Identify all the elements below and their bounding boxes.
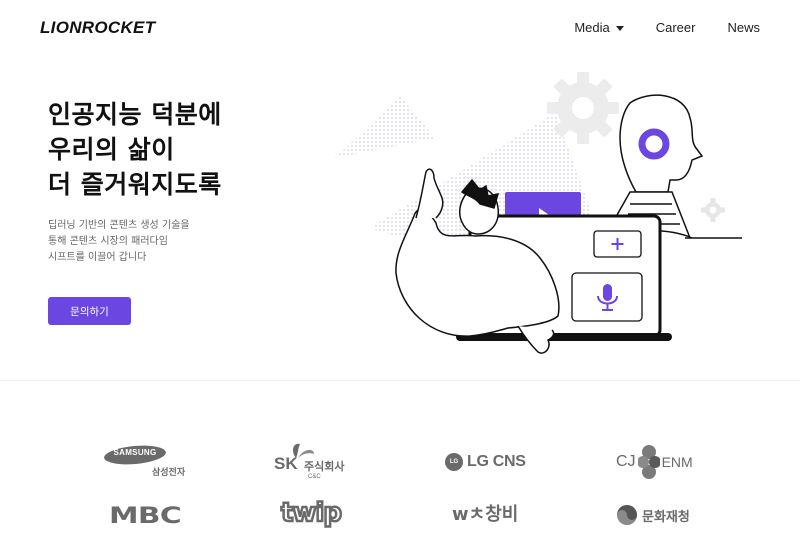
hero-subtitle-line: 시프트를 이끌어 갑니다 xyxy=(48,252,147,263)
brand-logo[interactable]: LIONROCKET xyxy=(40,18,155,38)
partner-logo-cjenm: CJ ENM xyxy=(616,442,693,482)
nav-item-news[interactable]: News xyxy=(727,20,760,35)
voice-card xyxy=(571,272,643,322)
sk-sub: C&C xyxy=(308,474,321,480)
hero-illustration xyxy=(335,72,742,354)
nav-item-career[interactable]: Career xyxy=(656,20,696,35)
mcst-text: 문화재청 xyxy=(642,509,690,525)
hero-title: 인공지능 덕분에 우리의 삶이 더 즐거워지도록 xyxy=(48,97,338,202)
changbi-text: wㅊ창비 xyxy=(452,504,519,525)
dot-pattern xyxy=(335,96,435,158)
twip-text: twip xyxy=(280,497,343,530)
sk-caption: 주식회사 xyxy=(304,460,345,473)
nav-item-media[interactable]: Media xyxy=(574,20,624,35)
caret-down-icon xyxy=(615,25,624,31)
main-nav: Media Career News xyxy=(542,20,760,35)
partner-logo-samsung: SAMSUNG 삼성전자 xyxy=(103,443,189,478)
hero-title-line: 우리의 삶이 xyxy=(48,135,175,164)
partner-logo-lgcns: LG LG CNS xyxy=(445,452,526,472)
lg-circle-icon: LG xyxy=(445,453,463,471)
cj-flower-icon xyxy=(637,445,660,479)
lgcns-text: LG CNS xyxy=(467,453,526,470)
mbc-text: MBC xyxy=(109,504,182,529)
hero-subtitle-line: 딥러닝 기반의 콘텐츠 생성 기술을 xyxy=(48,220,190,231)
nav-item-career-label: Career xyxy=(655,20,696,35)
section-divider xyxy=(0,380,800,381)
cj-text: CJ xyxy=(616,453,636,470)
hero-title-line: 더 즐거워지도록 xyxy=(48,170,222,199)
samsung-caption: 삼성전자 xyxy=(152,468,186,478)
add-card xyxy=(593,230,642,258)
hero-subtitle: 딥러닝 기반의 콘텐츠 생성 기술을 통해 콘텐츠 시장의 패러다임 시프트를 … xyxy=(48,218,308,266)
nav-item-media-label: Media xyxy=(574,20,610,35)
gear-icon xyxy=(701,198,725,222)
taegeuk-icon xyxy=(617,505,637,525)
samsung-wordmark: SAMSUNG xyxy=(113,448,157,457)
contact-button[interactable]: 문의하기 xyxy=(48,297,131,325)
partner-logo-mcst: 문화재청 xyxy=(616,504,690,526)
partner-logo-mbc: MBC xyxy=(109,504,182,529)
partner-logo-changbi: wㅊ창비 xyxy=(452,500,518,526)
gear-icon xyxy=(547,72,619,144)
nav-item-news-label: News xyxy=(727,20,760,35)
partner-logo-sk: SK 주식회사 C&C xyxy=(274,440,359,484)
sk-mark: SK xyxy=(274,454,298,473)
hero-subtitle-line: 통해 콘텐츠 시장의 패러다임 xyxy=(48,236,168,247)
partner-logos: SAMSUNG 삼성전자 SK 주식회사 C&C LG LG CNS CJ EN… xyxy=(0,432,800,541)
site-header: LIONROCKET Media Career News xyxy=(0,0,800,58)
partner-logo-twip: twip xyxy=(280,497,343,530)
hero-title-line: 인공지능 덕분에 xyxy=(48,100,222,129)
enm-text: ENM xyxy=(661,454,693,470)
